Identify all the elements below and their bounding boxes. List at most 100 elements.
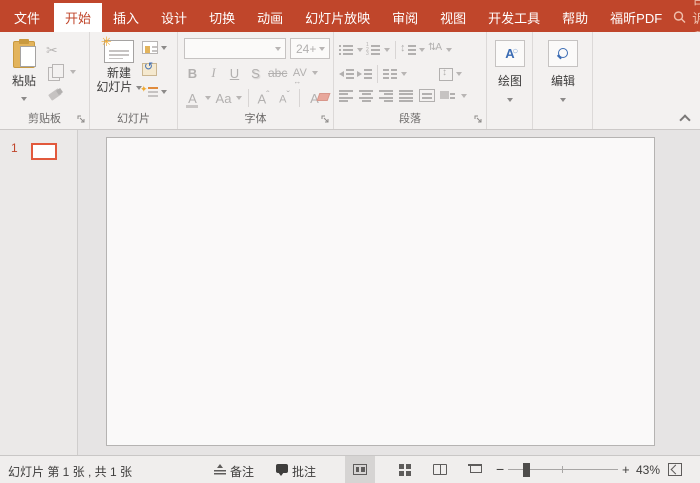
tab-home[interactable]: 开始 [54,3,103,32]
align-left-button[interactable] [339,89,354,102]
increase-indent-button[interactable] [357,69,372,79]
bullets-dropdown-arrow[interactable] [357,48,363,52]
clear-formatting-button[interactable]: A [306,91,323,106]
editing-group: 编辑 [533,32,593,129]
align-text-dropdown-arrow[interactable] [456,72,462,76]
bold-button[interactable]: B [184,66,201,81]
workspace: 1 [0,130,700,455]
new-slide-icon [101,34,134,63]
section-button[interactable] [140,84,176,102]
font-color-dropdown-arrow[interactable] [205,96,211,100]
drawing-icon: A [495,40,525,67]
line-spacing-dropdown-arrow[interactable] [419,48,425,52]
increase-font-size-button[interactable]: A [255,90,272,106]
tab-file[interactable]: 文件 [0,3,54,32]
slide-sorter-view-button[interactable] [390,456,420,483]
tab-review[interactable]: 审阅 [381,3,429,32]
font-color-button[interactable]: A [184,91,201,108]
text-shadow-button[interactable]: S [247,66,264,81]
zoom-out-button[interactable]: − [496,461,504,477]
slide-thumbnail[interactable] [31,143,57,160]
paragraph-group: 段落 [334,32,487,129]
tab-help[interactable]: 帮助 [551,3,599,32]
align-text-button[interactable] [439,67,453,81]
distribute-text-button[interactable] [419,89,435,102]
clipboard-group: 粘贴 ✂ 剪贴板 [0,32,90,129]
normal-view-button[interactable] [345,456,375,483]
drawing-button[interactable]: A 绘图 [487,40,533,103]
tab-foxit-pdf[interactable]: 福昕PDF [599,3,673,32]
paste-dropdown-arrow[interactable] [21,96,27,101]
tab-slideshow[interactable]: 幻灯片放映 [294,3,381,32]
collapse-ribbon-icon[interactable] [680,113,688,121]
tab-transitions[interactable]: 切换 [198,3,246,32]
smartart-dropdown-arrow[interactable] [461,93,467,98]
font-size-dropdown-arrow[interactable] [319,47,325,51]
format-painter-button[interactable] [47,89,65,105]
underline-button[interactable]: U [226,66,243,81]
slide-thumbnail-panel[interactable]: 1 [0,130,78,455]
clipboard-dialog-launcher-icon[interactable] [77,115,86,124]
font-group: 24+ B I U S abc AV A Aa A A A [178,32,334,129]
editing-button[interactable]: 编辑 [533,40,593,103]
font-name-dropdown-arrow[interactable] [275,47,281,51]
font-size-combobox[interactable]: 24+ [290,38,330,59]
font-name-combobox[interactable] [184,38,286,59]
slides-group: 新建 幻灯片 幻灯片 [90,32,178,129]
bullets-button[interactable] [339,45,354,55]
justify-button[interactable] [399,89,414,102]
layout-button[interactable] [142,40,176,58]
ribbon: 粘贴 ✂ 剪贴板 新建 幻灯片 幻灯片 [0,32,700,130]
tell-me-button[interactable]: 告诉我 [673,0,700,45]
layout-icon [142,41,158,55]
paragraph-dialog-launcher-icon[interactable] [474,115,483,124]
editing-dropdown-arrow[interactable] [560,97,566,102]
cut-button[interactable]: ✂ [46,42,64,58]
line-spacing-button[interactable] [400,42,416,55]
paste-button[interactable]: 粘贴 [6,39,42,113]
zoom-slider-handle[interactable] [523,463,530,477]
comments-toggle[interactable]: 批注 [292,463,316,480]
copy-dropdown-arrow[interactable] [70,70,76,74]
change-case-button[interactable]: Aa [215,91,232,106]
fit-slide-to-window-button[interactable] [668,463,682,476]
tab-insert[interactable]: 插入 [102,3,150,32]
reset-slide-button[interactable] [142,60,176,80]
convert-to-smartart-button[interactable] [440,89,456,102]
new-slide-label-line2: 幻灯片 [96,80,133,94]
slide-number: 1 [11,141,18,155]
character-spacing-dropdown-arrow[interactable] [312,71,319,75]
tab-developer[interactable]: 开发工具 [477,3,551,32]
italic-button[interactable]: I [205,65,222,81]
ribbon-tab-bar: 文件 开始 插入 设计 切换 动画 幻灯片放映 审阅 视图 开发工具 帮助 福昕… [0,0,700,45]
character-spacing-button[interactable]: AV [291,67,308,86]
zoom-in-button[interactable]: + [622,462,630,477]
text-direction-dropdown-arrow[interactable] [446,48,452,52]
drawing-dropdown-arrow[interactable] [507,97,513,102]
align-right-button[interactable] [379,89,394,102]
slide-counter: 幻灯片 第 1 张 , 共 1 张 [8,465,133,479]
copy-button[interactable] [48,64,66,81]
tab-view[interactable]: 视图 [429,3,477,32]
numbering-dropdown-arrow[interactable] [384,48,390,52]
zoom-level[interactable]: 43% [636,463,660,477]
new-slide-button[interactable]: 新建 幻灯片 [94,34,144,115]
zoom-slider-center-tick [562,466,563,473]
tab-animations[interactable]: 动画 [246,3,294,32]
font-dialog-launcher-icon[interactable] [321,115,330,124]
columns-button[interactable] [383,69,398,79]
decrease-font-size-button[interactable]: A [276,90,293,106]
slide-canvas[interactable] [106,137,655,446]
paragraph-group-label: 段落 [399,113,421,125]
tab-design[interactable]: 设计 [150,3,198,32]
strikethrough-button[interactable]: abc [268,66,287,80]
change-case-dropdown-arrow[interactable] [236,96,242,100]
numbering-button[interactable] [366,43,381,57]
reading-view-button[interactable] [425,456,455,483]
decrease-indent-button[interactable] [339,69,354,79]
columns-dropdown-arrow[interactable] [401,72,407,76]
slide-show-button[interactable] [460,456,490,483]
notes-toggle[interactable]: 备注 [230,463,254,480]
text-direction-button[interactable] [428,42,443,56]
align-center-button[interactable] [359,89,374,102]
